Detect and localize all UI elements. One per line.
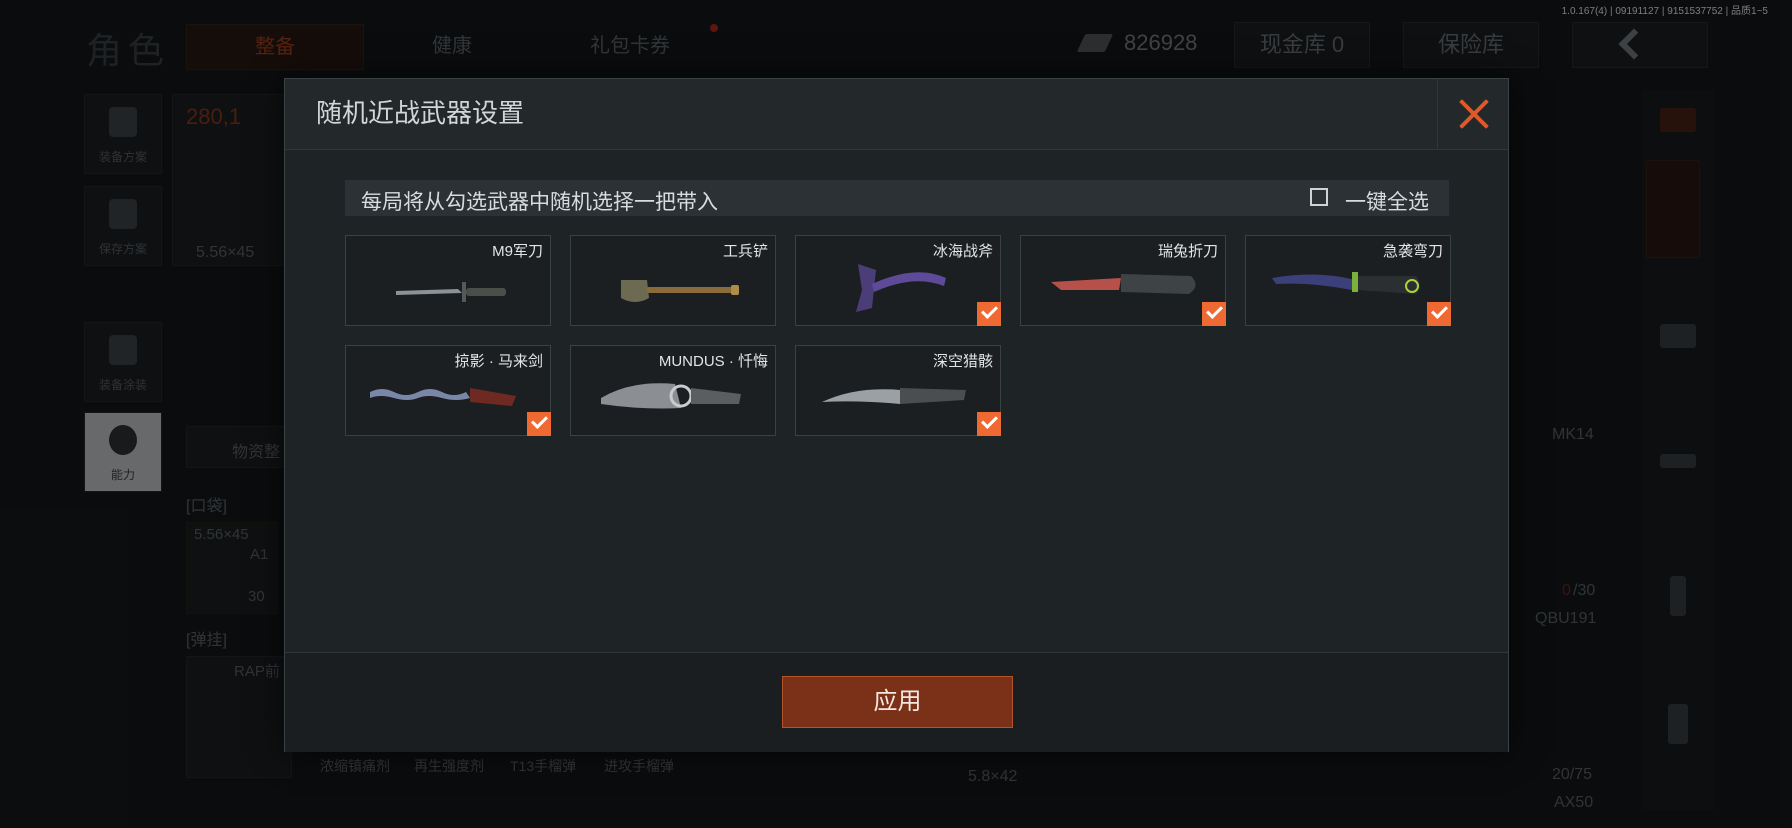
dialog-header: 随机近战武器设置 — [285, 79, 1508, 150]
checked-icon — [977, 412, 1001, 436]
weapon-name: 急袭弯刀 — [1382, 243, 1443, 260]
weapon-card-m9[interactable]: M9军刀 — [345, 235, 551, 326]
weapon-name: 冰海战斧 — [932, 243, 993, 260]
weapon-name: 掠影 · 马来剑 — [454, 353, 543, 370]
weapon-name: 工兵铲 — [722, 243, 768, 260]
weapon-card-deep-space[interactable]: 深空猎骸 — [795, 345, 1001, 436]
info-bar: 每局将从勾选武器中随机选择一把带入 一键全选 — [345, 180, 1449, 216]
weapon-card-ice-axe[interactable]: 冰海战斧 — [795, 235, 1001, 326]
weapon-card-shovel[interactable]: 工兵铲 — [570, 235, 776, 326]
kris-sword-icon — [370, 388, 516, 406]
melee-weapon-dialog: 随机近战武器设置 每局将从勾选武器中随机选择一把带入 一键全选 M9军刀 工兵铲… — [284, 78, 1509, 752]
checkbox-box — [1310, 188, 1328, 206]
hunting-blade-icon — [822, 388, 966, 404]
weapon-name: 瑞兔折刀 — [1157, 243, 1218, 260]
select-all-checkbox[interactable]: 一键全选 — [1310, 180, 1449, 216]
checked-icon — [1202, 302, 1226, 326]
folding-knife-icon — [1051, 274, 1196, 294]
dialog-title: 随机近战武器设置 — [316, 98, 525, 128]
checked-icon — [527, 412, 551, 436]
apply-button[interactable]: 应用 — [782, 676, 1013, 728]
close-button[interactable] — [1437, 79, 1508, 149]
weapon-card-karambit[interactable]: 急袭弯刀 — [1245, 235, 1451, 326]
battle-axe-icon — [856, 264, 946, 312]
weapon-card-rabbit-knife[interactable]: 瑞兔折刀 — [1020, 235, 1226, 326]
weapon-name: M9军刀 — [492, 243, 543, 260]
dialog-footer: 应用 — [285, 652, 1508, 752]
weapon-name: MUNDUS · 忏悔 — [658, 353, 768, 370]
checked-icon — [1427, 302, 1451, 326]
checked-icon — [977, 302, 1001, 326]
shovel-icon — [621, 280, 739, 302]
ornate-blade-icon — [601, 383, 741, 409]
bayonet-knife-icon — [396, 282, 506, 302]
weapon-card-mundus[interactable]: MUNDUS · 忏悔 — [570, 345, 776, 436]
weapon-name: 深空猎骸 — [932, 353, 993, 370]
weapon-card-kris[interactable]: 掠影 · 马来剑 — [345, 345, 551, 436]
info-text: 每局将从勾选武器中随机选择一把带入 — [361, 191, 718, 214]
select-all-label: 一键全选 — [1345, 191, 1429, 214]
karambit-icon — [1272, 272, 1420, 294]
